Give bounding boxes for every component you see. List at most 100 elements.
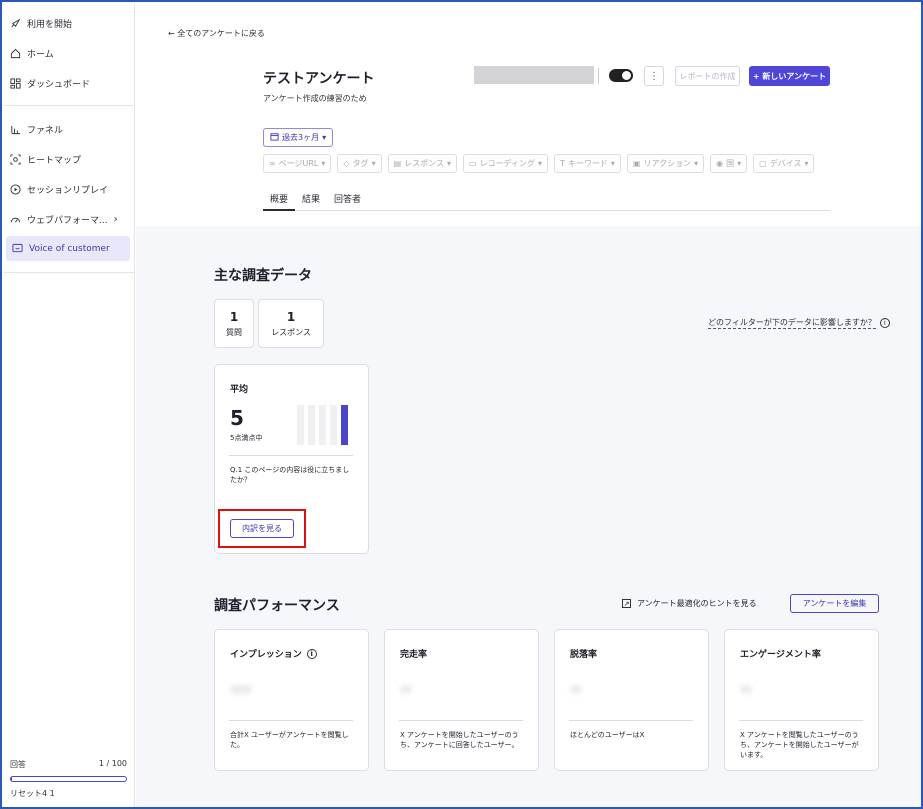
tab-results[interactable]: 結果 xyxy=(295,190,327,210)
sidebar-divider xyxy=(4,272,135,273)
caret-down-icon: ▾ xyxy=(610,159,615,168)
filter-country[interactable]: ◉ 国 ▾ xyxy=(710,154,748,173)
sidebar-item-label: ウェブパフォーマ... xyxy=(27,215,108,226)
sidebar-item-web-performance[interactable]: ウェブパフォーマ... › xyxy=(4,206,131,232)
caret-down-icon: ▾ xyxy=(737,159,742,168)
filter-device[interactable]: ▢ デバイス ▾ xyxy=(753,154,815,173)
back-link-label: 全てのアンケートに戻る xyxy=(177,29,265,38)
question-text: Q.1 このページの内容は役に立ちましたか？ xyxy=(230,466,350,484)
tag-icon: ◇ xyxy=(343,159,350,168)
home-icon xyxy=(9,47,21,59)
stat-label: レスポンス xyxy=(271,328,311,337)
optimization-hints-link[interactable]: ↗ アンケート最適化のヒントを見る xyxy=(622,598,757,609)
average-card: 平均 5 5点満点中 Q.1 このページの内容は役に立ちましたか？ 内訳を見る xyxy=(214,364,369,554)
completion-rate-card: 完走率 X アンケートを開始したユーザーのうち、アンケートに回答したユーザー。 xyxy=(384,629,539,771)
more-options-button[interactable]: ⋮ xyxy=(644,66,664,86)
sidebar-item-funnels[interactable]: ファネル xyxy=(4,116,131,142)
filter-tags[interactable]: ◇ タグ ▾ xyxy=(337,154,382,173)
stat-responses: 1 レスポンス xyxy=(258,299,324,348)
filter-label: 国 xyxy=(726,159,735,168)
create-report-button[interactable]: レポートの作成 xyxy=(675,66,740,86)
sidebar-item-home[interactable]: ホーム xyxy=(4,40,131,66)
response-quota: 回答 1 / 100 リセット4 1 xyxy=(10,759,127,799)
stat-label: 質問 xyxy=(226,328,242,337)
rating-bar xyxy=(319,405,326,445)
period-filter-label: 過去3ヶ月 xyxy=(282,133,320,142)
filter-label: レコーディング xyxy=(479,159,536,168)
gauge-icon xyxy=(9,213,21,225)
page-subtitle: アンケート作成の練習のため xyxy=(263,94,367,103)
period-filter[interactable]: 過去3ヶ月 ▾ xyxy=(263,128,334,147)
text-icon: T xyxy=(560,159,565,168)
caret-down-icon: ▾ xyxy=(804,159,809,168)
sidebar-item-get-started[interactable]: 利用を開始 xyxy=(4,10,131,36)
sidebar-item-label: ファネル xyxy=(27,125,64,136)
filter-responses[interactable]: ▤ レスポンス ▾ xyxy=(387,154,457,173)
sidebar: 利用を開始 ホーム ダッシュボード ファネル ヒートマップ セッションリプレイ … xyxy=(4,4,135,807)
link-icon: ∞ xyxy=(269,159,276,168)
sidebar-item-voice-of-customer[interactable]: Voice of customer xyxy=(6,236,130,261)
filter-help-label: どのフィルターが下のデータに影響しますか？ xyxy=(708,318,876,329)
card-description: ほとんどのユーザーはX xyxy=(570,731,645,739)
rating-bar xyxy=(341,405,348,445)
view-breakdown-button[interactable]: 内訳を見る xyxy=(230,519,294,538)
caret-down-icon: ▾ xyxy=(321,159,326,168)
sidebar-item-label: ダッシュボード xyxy=(27,79,91,90)
quota-label: 回答 xyxy=(10,760,26,769)
sidebar-item-heatmaps[interactable]: ヒートマップ xyxy=(4,146,131,172)
heatmap-icon xyxy=(9,153,21,165)
rating-bar xyxy=(297,405,304,445)
caret-down-icon: ▾ xyxy=(694,159,699,168)
arrow-left-icon: ← xyxy=(168,29,178,38)
filter-reactions[interactable]: ▣ リアクション ▾ xyxy=(626,154,705,173)
tab-overview[interactable]: 概要 xyxy=(263,190,296,211)
caret-down-icon: ▾ xyxy=(371,159,376,168)
filter-page-url[interactable]: ∞ ページURL ▾ xyxy=(263,154,332,173)
funnel-icon xyxy=(9,123,21,135)
filter-recordings[interactable]: ▭ レコーディング ▾ xyxy=(463,154,549,173)
divider xyxy=(399,720,523,721)
filter-help-link[interactable]: どのフィルターが下のデータに影響しますか？ i xyxy=(708,317,890,329)
performance-heading: 調査パフォーマンス xyxy=(214,598,340,614)
video-icon: ▭ xyxy=(469,159,477,168)
card-title: エンゲージメント率 xyxy=(740,650,821,660)
quota-progress-fill xyxy=(11,777,13,781)
card-title: 脱落率 xyxy=(570,650,598,660)
caret-down-icon: ▾ xyxy=(446,159,451,168)
blurred-value xyxy=(400,685,412,694)
hint-label: アンケート最適化のヒントを見る xyxy=(637,599,757,608)
sidebar-item-label: 利用を開始 xyxy=(27,19,73,30)
caret-down-icon: ▾ xyxy=(322,133,327,142)
device-icon: ▢ xyxy=(759,159,767,168)
sidebar-item-label: ホーム xyxy=(27,49,54,60)
divider xyxy=(569,720,693,721)
survey-active-toggle[interactable] xyxy=(609,69,633,82)
caret-down-icon: ▾ xyxy=(538,159,543,168)
filter-keywords[interactable]: T キーワード ▾ xyxy=(554,154,621,173)
info-icon[interactable]: i xyxy=(306,648,317,659)
sidebar-item-label: Voice of customer xyxy=(29,243,110,254)
app-window: 利用を開始 ホーム ダッシュボード ファネル ヒートマップ セッションリプレイ … xyxy=(0,0,923,809)
new-survey-button[interactable]: + 新しいアンケート xyxy=(749,66,830,86)
engagement-rate-card: エンゲージメント率 X アンケートを閲覧したユーザーのうち、アンケートを開始した… xyxy=(724,629,879,771)
rating-bar xyxy=(308,405,315,445)
rating-bar xyxy=(330,405,337,445)
divider xyxy=(229,455,353,456)
sidebar-item-label: ヒートマップ xyxy=(27,155,82,166)
dashboard-icon xyxy=(9,77,21,89)
filter-label: レスポンス xyxy=(404,159,444,168)
card-title: インプレッション i xyxy=(230,647,317,660)
quota-value: 1 / 100 xyxy=(98,759,127,768)
tab-respondents[interactable]: 回答者 xyxy=(327,190,368,210)
sidebar-item-dashboard[interactable]: ダッシュボード xyxy=(4,70,131,96)
edit-survey-button[interactable]: アンケートを編集 xyxy=(790,594,879,613)
stat-questions: 1 質問 xyxy=(214,299,254,348)
blurred-value xyxy=(570,685,582,694)
header-divider xyxy=(598,68,599,84)
card-title-text: インプレッション xyxy=(230,650,302,660)
card-title: 完走率 xyxy=(400,650,428,660)
filter-label: デバイス xyxy=(769,159,802,168)
filter-label: タグ xyxy=(352,159,369,168)
sidebar-item-session-replay[interactable]: セッションリプレイ xyxy=(4,176,131,202)
back-link[interactable]: ← 全てのアンケートに戻る xyxy=(168,28,265,39)
